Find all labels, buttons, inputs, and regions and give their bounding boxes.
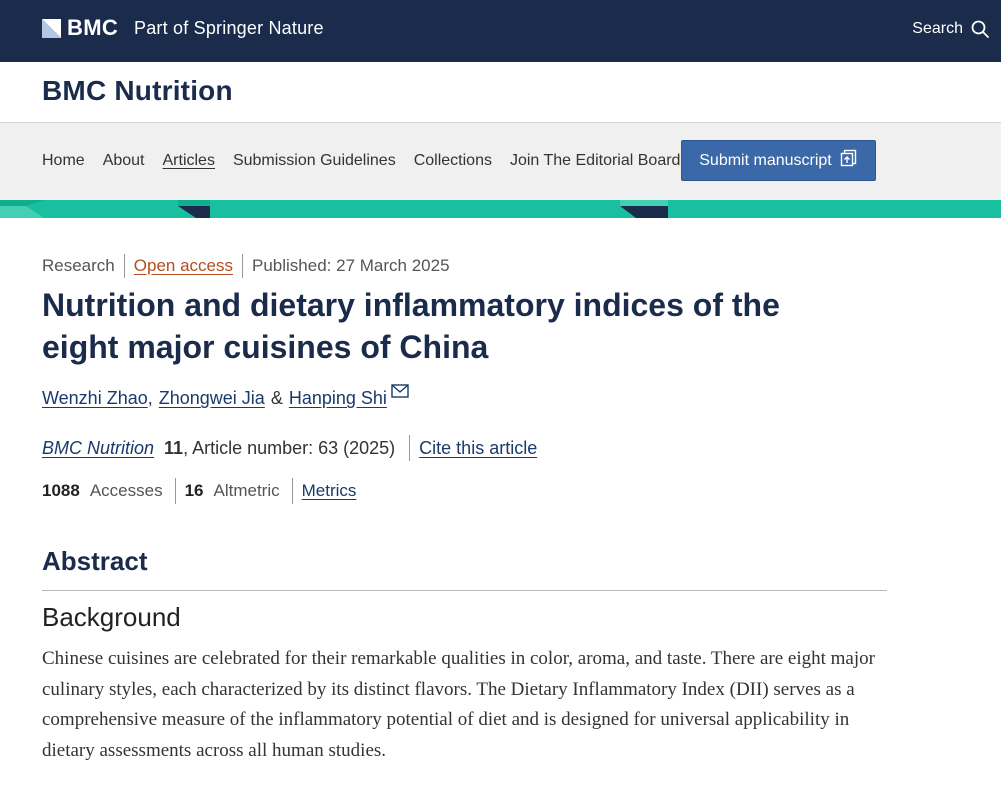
article-number: , Article number: 63 (2025) <box>183 437 396 458</box>
nav-articles[interactable]: Articles <box>163 152 215 170</box>
author-list: Wenzhi Zhao , Zhongwei Jia & Hanping Shi <box>42 384 409 409</box>
brand-tagline: Part of Springer Nature <box>134 17 324 38</box>
abstract-background-text: Chinese cuisines are celebrated for thei… <box>42 648 875 761</box>
bmc-logo[interactable]: BMC Part of Springer Nature <box>42 15 324 40</box>
altmetric-count: 16 <box>184 481 204 500</box>
nav-submission-guidelines[interactable]: Submission Guidelines <box>233 152 396 170</box>
submit-manuscript-button[interactable]: Submit manuscript <box>681 140 876 181</box>
citation-line: BMC Nutrition 11 , Article number: 63 (2… <box>42 435 537 461</box>
divider <box>174 478 176 504</box>
nav-home[interactable]: Home <box>42 152 85 170</box>
search-icon <box>971 20 989 38</box>
search-button[interactable]: Search <box>912 17 989 41</box>
divider <box>123 254 125 278</box>
journal-header: BMC Nutrition <box>0 62 1001 123</box>
abstract-heading: Abstract <box>42 546 148 576</box>
journal-nav: Home About Articles Submission Guideline… <box>0 123 1001 200</box>
journal-link[interactable]: BMC Nutrition <box>42 438 154 459</box>
author-separator: , <box>147 388 153 408</box>
email-icon[interactable] <box>391 382 409 403</box>
article-type: Research <box>42 256 115 275</box>
search-label: Search <box>912 20 963 37</box>
metrics-link[interactable]: Metrics <box>302 481 357 501</box>
bmc-logo-icon <box>42 18 61 38</box>
volume-number: 11 <box>164 437 184 458</box>
article-title: Nutrition and dietary inflammatory indic… <box>42 287 780 365</box>
submit-manuscript-label: Submit manuscript <box>699 151 832 169</box>
nav-collections[interactable]: Collections <box>414 152 492 170</box>
published-date: Published: 27 March 2025 <box>252 256 450 275</box>
author-link[interactable]: Zhongwei Jia <box>159 388 265 409</box>
accesses-count: 1088 <box>42 481 80 500</box>
author-link[interactable]: Hanping Shi <box>289 388 387 409</box>
brand-name: BMC <box>67 15 119 40</box>
external-upload-icon <box>840 149 858 172</box>
article-metrics: 1088 Accesses 16 Altmetric Metrics <box>42 478 356 504</box>
journal-title[interactable]: BMC Nutrition <box>42 75 233 107</box>
cite-this-article-link[interactable]: Cite this article <box>419 438 537 459</box>
author-link[interactable]: Wenzhi Zhao <box>42 388 148 409</box>
author-separator: & <box>270 388 283 408</box>
accesses-label: Accesses <box>89 481 163 500</box>
divider <box>291 478 293 504</box>
altmetric-label: Altmetric <box>213 481 280 500</box>
site-header: BMC Part of Springer Nature Search <box>0 0 1001 62</box>
divider <box>242 254 243 278</box>
background-heading: Background <box>42 602 181 632</box>
decorative-band <box>0 200 1001 218</box>
divider <box>409 435 411 461</box>
open-access-link[interactable]: Open access <box>134 256 233 276</box>
nav-join-editorial-board[interactable]: Join The Editorial Board <box>510 152 680 170</box>
nav-about[interactable]: About <box>103 152 145 170</box>
section-divider <box>42 590 887 591</box>
article-meta: Research Open access Published: 27 March… <box>42 254 450 278</box>
